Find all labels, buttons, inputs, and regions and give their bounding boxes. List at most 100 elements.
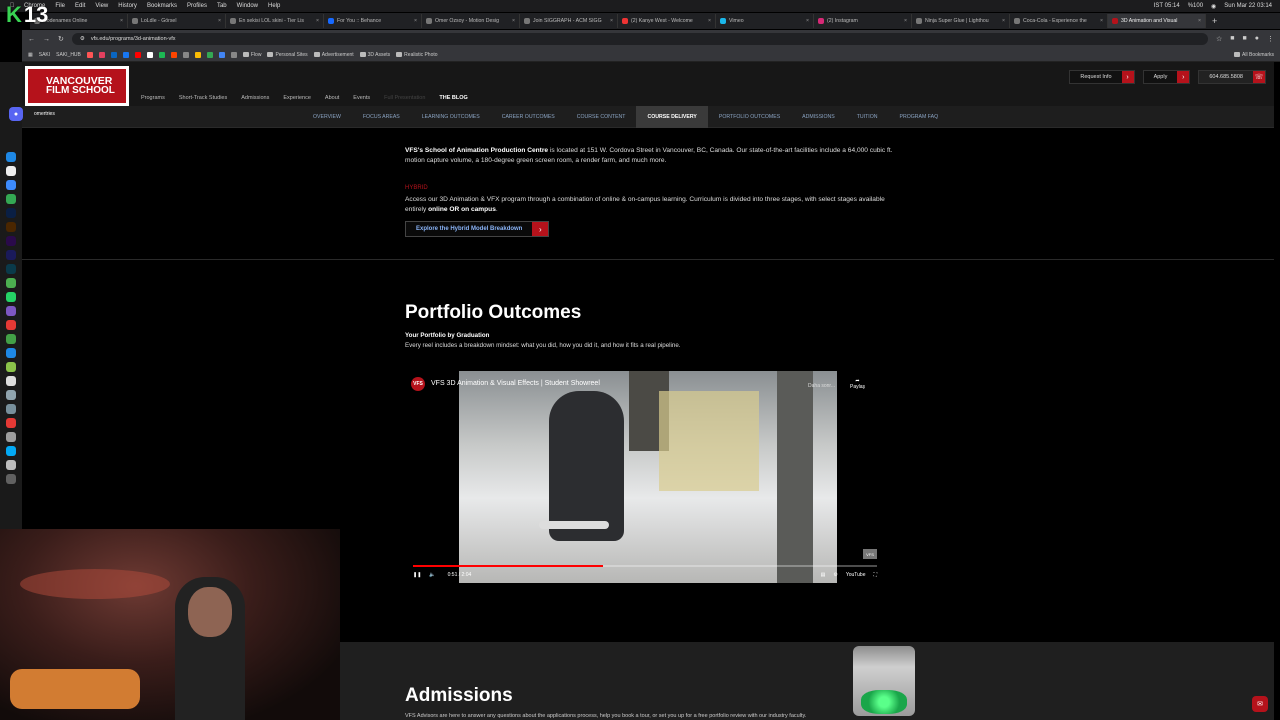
wifi-icon[interactable]: ◉	[1211, 3, 1216, 10]
bookmark-favicon-icon[interactable]	[122, 51, 129, 58]
close-icon[interactable]: ×	[1198, 18, 1201, 24]
site-info-icon[interactable]: ⚙	[80, 36, 85, 42]
video-frame[interactable]	[459, 371, 837, 583]
bookmark-saki-hub[interactable]: SAKI_HUB	[56, 52, 81, 58]
tab-coca-cola[interactable]: Coca-Cola - Experience the ×	[1010, 14, 1108, 28]
app-icon[interactable]	[6, 390, 16, 400]
discord-icon[interactable]: ●	[9, 107, 23, 121]
channel-avatar[interactable]: VFS	[411, 377, 425, 391]
app-icon[interactable]	[6, 418, 16, 428]
premiere-icon[interactable]	[6, 236, 16, 246]
watch-later-button[interactable]: Daha sonr...	[808, 383, 835, 389]
app-icon[interactable]	[6, 446, 16, 456]
app-icon[interactable]	[6, 404, 16, 414]
apply-button[interactable]: Apply ›	[1142, 70, 1191, 84]
media-encoder-icon[interactable]	[6, 264, 16, 274]
menu-bookmarks[interactable]: Bookmarks	[147, 3, 177, 9]
app-icon[interactable]	[6, 180, 16, 190]
video-title[interactable]: VFS 3D Animation & Visual Effects | Stud…	[431, 380, 600, 387]
tab-ninja[interactable]: Ninja Super Glue | Lighthou ×	[912, 14, 1010, 28]
profile-icon[interactable]: ●	[1255, 35, 1259, 43]
tab-vimeo[interactable]: Vimeo ×	[716, 14, 814, 28]
all-bookmarks[interactable]: All Bookmarks	[1234, 52, 1274, 58]
bookmark-favicon-icon[interactable]	[218, 51, 225, 58]
close-icon[interactable]: ×	[708, 18, 711, 24]
fullscreen-icon[interactable]: ⛶	[873, 572, 877, 578]
close-icon[interactable]: ×	[1002, 18, 1005, 24]
bookmark-folder-3d-assets[interactable]: 3D Assets	[359, 52, 390, 58]
nav-hidden-item[interactable]: Full Presentation	[384, 95, 425, 101]
chat-icon[interactable]: ✉	[1252, 696, 1268, 712]
share-button[interactable]: ➦ Paylaş	[850, 378, 865, 390]
close-icon[interactable]: ×	[414, 18, 417, 24]
phone-button[interactable]: 604.685.5808 ☏	[1198, 70, 1266, 84]
subnav-portfolio-outcomes[interactable]: PORTFOLIO OUTCOMES	[708, 106, 791, 128]
app-icon[interactable]	[6, 152, 16, 162]
nav-about[interactable]: About	[325, 95, 339, 101]
hybrid-model-button[interactable]: Explore the Hybrid Model Breakdown ›	[405, 221, 550, 237]
reload-icon[interactable]: ↻	[58, 35, 64, 43]
menu-view[interactable]: View	[95, 3, 108, 9]
nav-admissions[interactable]: Admissions	[241, 95, 269, 101]
url-field[interactable]: ⚙ vfs.edu/programs/3d-animation-vfx	[71, 33, 1209, 45]
tab-vfs-active[interactable]: 3D Animation and Visual ×	[1108, 14, 1206, 28]
vfs-watermark[interactable]: VFS	[863, 549, 877, 559]
app-icon[interactable]	[6, 460, 16, 470]
menu-profiles[interactable]: Profiles	[187, 3, 207, 9]
tab-lol-skins[interactable]: En sekisi LOL skini - Tier Lis ×	[226, 14, 324, 28]
photoshop-icon[interactable]	[6, 208, 16, 218]
bookmark-favicon-icon[interactable]	[194, 51, 201, 58]
bookmark-favicon-icon[interactable]	[110, 51, 117, 58]
whatsapp-icon[interactable]	[6, 292, 16, 302]
youtube-embed[interactable]: VFS VFS 3D Animation & Visual Effects | …	[405, 371, 885, 583]
extension-icon[interactable]: ■	[1243, 35, 1247, 43]
bookmark-favicon-icon[interactable]	[230, 51, 237, 58]
tab-behance[interactable]: For You :: Behance ×	[324, 14, 422, 28]
app-icon[interactable]	[6, 376, 16, 386]
subnav-learning-outcomes[interactable]: LEARNING OUTCOMES	[411, 106, 491, 128]
video-progress-bar[interactable]	[413, 565, 877, 567]
after-effects-icon[interactable]	[6, 250, 16, 260]
subnav-career-outcomes[interactable]: CAREER OUTCOMES	[491, 106, 566, 128]
menu-help[interactable]: Help	[268, 3, 280, 9]
extension-icon[interactable]: ■	[1230, 35, 1234, 43]
settings-gear-icon[interactable]: ⚙	[833, 572, 837, 578]
subnav-course-delivery[interactable]: COURSE DELIVERY	[636, 106, 708, 128]
nav-experience[interactable]: Experience	[283, 95, 311, 101]
menu-history[interactable]: History	[118, 3, 137, 9]
forward-icon[interactable]: →	[43, 36, 50, 43]
bookmark-favicon-icon[interactable]	[206, 51, 213, 58]
app-icon[interactable]	[6, 320, 16, 330]
battery-level[interactable]: %100	[1188, 3, 1203, 9]
bookmark-folder-advertisement[interactable]: Advertisement	[313, 52, 354, 58]
apps-grid-icon[interactable]: ▦	[28, 52, 33, 58]
youtube-logo[interactable]: YouTube	[846, 572, 866, 578]
tab-siggraph[interactable]: Join SIGGRAPH - ACM SIGG ×	[520, 14, 618, 28]
app-icon[interactable]	[6, 362, 16, 372]
volume-icon[interactable]: 🔈	[429, 572, 435, 578]
request-info-button[interactable]: Request Info ›	[1069, 70, 1135, 84]
close-icon[interactable]: ×	[904, 18, 907, 24]
nav-programs[interactable]: Programs	[141, 95, 165, 101]
close-icon[interactable]: ×	[610, 18, 613, 24]
nav-blog[interactable]: THE BLOG	[439, 95, 467, 101]
captions-icon[interactable]: ▤	[821, 572, 826, 578]
illustrator-icon[interactable]	[6, 222, 16, 232]
datetime[interactable]: Sun Mar 22 03:14	[1224, 3, 1272, 9]
subnav-tuition[interactable]: TUITION	[846, 106, 889, 128]
close-icon[interactable]: ×	[512, 18, 515, 24]
bookmark-folder-personal-sites[interactable]: Personal Sites	[267, 52, 308, 58]
back-icon[interactable]: ←	[28, 36, 35, 43]
app-icon[interactable]	[6, 334, 16, 344]
menu-tab[interactable]: Tab	[217, 3, 227, 9]
chrome-icon[interactable]	[6, 194, 16, 204]
bookmark-favicon-icon[interactable]	[146, 51, 153, 58]
subnav-admissions[interactable]: ADMISSIONS	[791, 106, 846, 128]
bookmark-folder-realistic-photo[interactable]: Realistic Photo	[396, 52, 438, 58]
bookmark-favicon-icon[interactable]	[98, 51, 105, 58]
subnav-focus-areas[interactable]: FOCUS AREAS	[352, 106, 411, 128]
tab-kanye[interactable]: (2) Kanye West - Welcome ×	[618, 14, 716, 28]
bookmark-folder-flow[interactable]: Flow	[242, 52, 261, 58]
bookmark-favicon-icon[interactable]	[182, 51, 189, 58]
menu-kebab-icon[interactable]: ⋮	[1267, 35, 1274, 43]
